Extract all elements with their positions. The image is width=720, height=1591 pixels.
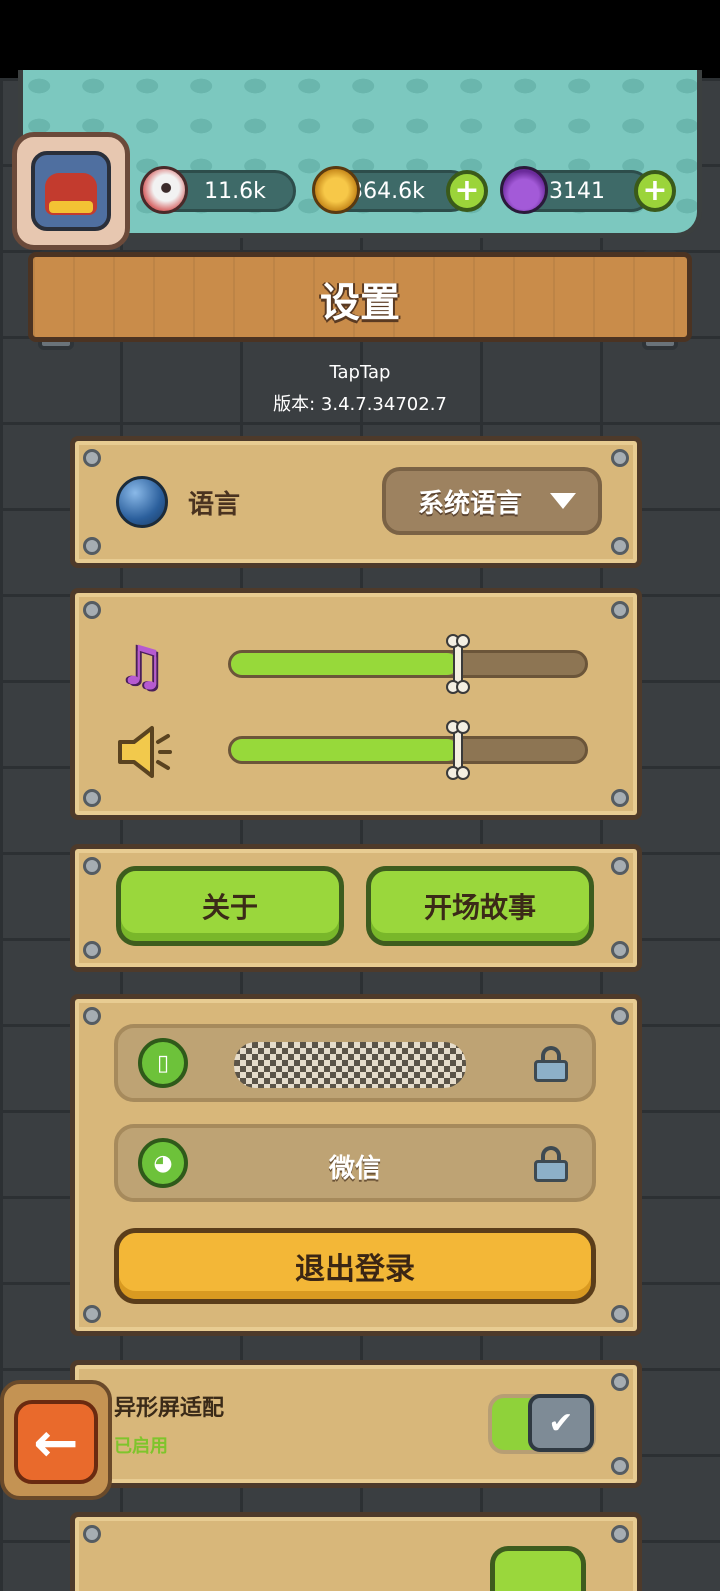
rivet: [611, 1305, 629, 1323]
rivet: [611, 857, 629, 875]
rivet: [83, 1305, 101, 1323]
rivet: [611, 537, 629, 555]
rivet: [83, 1525, 101, 1543]
rivet: [611, 1007, 629, 1025]
rivet: [611, 941, 629, 959]
lock-icon: [534, 1046, 568, 1082]
language-selected-value: 系统语言: [418, 488, 523, 519]
language-label: 语言: [188, 490, 241, 520]
add-coin-button[interactable]: +: [446, 170, 488, 212]
status-bar: [0, 0, 720, 78]
rivet: [83, 857, 101, 875]
plus-icon: +: [454, 173, 480, 208]
sound-slider-handle[interactable]: [444, 720, 472, 780]
sound-volume-fill: [231, 739, 458, 761]
music-note-icon: ♫: [117, 634, 167, 697]
avatar-icon: [31, 151, 111, 231]
rivet: [83, 537, 101, 555]
speaker-icon: [118, 726, 172, 778]
add-potion-button[interactable]: +: [634, 170, 676, 212]
rivet: [611, 601, 629, 619]
screen-adapt-label: 异形屏适配: [114, 1396, 225, 1421]
lock-icon: [534, 1146, 568, 1182]
language-select[interactable]: 系统语言: [382, 467, 602, 535]
page-title: 设置: [320, 280, 400, 326]
opening-story-label: 开场故事: [423, 891, 536, 924]
rivet: [611, 1457, 629, 1475]
eyeball-count: 11.6k: [204, 178, 266, 204]
back-arrow-icon: ←: [33, 1410, 79, 1474]
potion-count: 3141: [549, 178, 605, 204]
chevron-down-icon: [550, 493, 576, 509]
version-label: 版本: 3.4.7.34702.7: [273, 394, 447, 415]
coin-count: 364.6k: [349, 178, 425, 204]
logout-button[interactable]: 退出登录: [114, 1228, 596, 1304]
back-button[interactable]: ←: [14, 1400, 98, 1484]
phone-icon: ▯: [138, 1038, 188, 1088]
music-volume-slider[interactable]: [228, 650, 588, 678]
screen-adapt-status: 已启用: [114, 1436, 168, 1457]
music-volume-fill: [231, 653, 458, 675]
logout-label: 退出登录: [295, 1252, 415, 1287]
phone-account-row[interactable]: ▯: [114, 1024, 596, 1102]
wechat-account-row[interactable]: ◕ 微信: [114, 1124, 596, 1202]
plus-icon: +: [642, 173, 668, 208]
checkmark-icon[interactable]: ✔: [528, 1394, 594, 1452]
opening-story-button[interactable]: 开场故事: [366, 866, 594, 946]
coin-icon: [312, 166, 360, 214]
rivet: [83, 449, 101, 467]
sound-volume-slider[interactable]: [228, 736, 588, 764]
rivet: [611, 1373, 629, 1391]
about-button[interactable]: 关于: [116, 866, 344, 946]
rivet: [83, 789, 101, 807]
rivet: [611, 449, 629, 467]
wechat-label: 微信: [328, 1154, 381, 1184]
rivet: [83, 941, 101, 959]
partial-green-button[interactable]: [490, 1546, 586, 1591]
eyeball-icon: [140, 166, 188, 214]
masked-phone-number: [234, 1042, 466, 1088]
avatar[interactable]: [12, 132, 130, 250]
globe-icon: [116, 476, 168, 528]
channel-label: TapTap: [329, 362, 391, 383]
rivet: [611, 1525, 629, 1543]
audio-panel: [70, 588, 642, 820]
music-slider-handle[interactable]: [444, 634, 472, 694]
potion-icon: [500, 166, 548, 214]
rivet: [83, 1007, 101, 1025]
rivet: [83, 601, 101, 619]
rivet: [611, 789, 629, 807]
about-label: 关于: [201, 891, 258, 924]
